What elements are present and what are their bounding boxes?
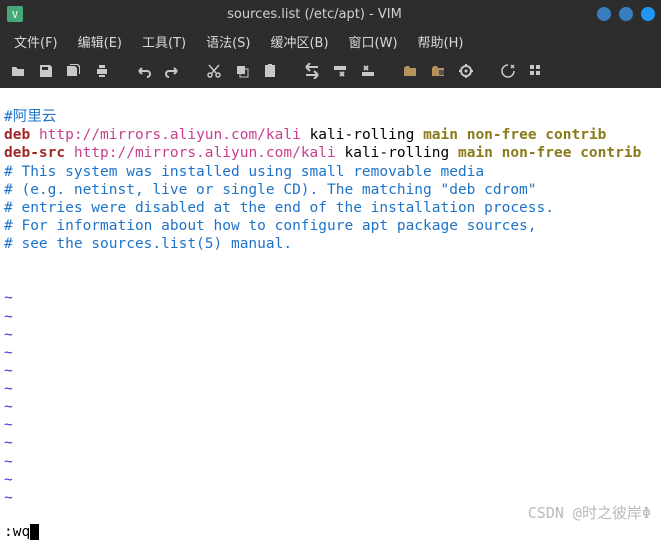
empty-tilde: ~: [4, 381, 13, 397]
minimize-icon[interactable]: [597, 7, 611, 21]
save-icon[interactable]: [34, 59, 58, 83]
editor-area[interactable]: #阿里云 deb http://mirrors.aliyun.com/kali …: [0, 88, 661, 543]
svg-text:V: V: [12, 10, 18, 21]
empty-tilde: ~: [4, 454, 13, 470]
empty-tilde: ~: [4, 472, 13, 488]
code-line: # (e.g. netinst, live or single CD). The…: [4, 182, 537, 198]
menu-edit[interactable]: 编辑(E): [68, 30, 132, 53]
code-url: http://mirrors.aliyun.com/kali: [39, 127, 301, 143]
open-icon[interactable]: [6, 59, 30, 83]
code-text: kali-rolling: [344, 145, 449, 161]
menu-window[interactable]: 窗口(W): [339, 30, 408, 53]
code-components: main non-free contrib: [458, 145, 641, 161]
code-line: #阿里云: [4, 109, 56, 125]
vim-icon: V: [6, 5, 24, 23]
code-text: kali-rolling: [310, 127, 415, 143]
cursor-icon: [30, 524, 39, 540]
session-save-icon[interactable]: [426, 59, 450, 83]
findprev-icon[interactable]: [356, 59, 380, 83]
code-url: http://mirrors.aliyun.com/kali: [74, 145, 336, 161]
empty-tilde: ~: [4, 327, 13, 343]
close-icon[interactable]: [641, 7, 655, 21]
code-line: # entries were disabled at the end of th…: [4, 200, 554, 216]
cut-icon[interactable]: [202, 59, 226, 83]
code-line: # This system was installed using small …: [4, 164, 484, 180]
menu-buffers[interactable]: 缓冲区(B): [260, 30, 338, 53]
undo-icon[interactable]: [132, 59, 156, 83]
menu-syntax[interactable]: 语法(S): [196, 30, 260, 53]
make-icon[interactable]: [496, 59, 520, 83]
script-icon[interactable]: [454, 59, 478, 83]
menu-tools[interactable]: 工具(T): [132, 30, 196, 53]
redo-icon[interactable]: [160, 59, 184, 83]
code-line: # see the sources.list(5) manual.: [4, 236, 292, 252]
menu-help[interactable]: 帮助(H): [408, 30, 474, 53]
paste-icon[interactable]: [258, 59, 282, 83]
titlebar: V sources.list (/etc/apt) - VIM: [0, 0, 661, 28]
code-line: # For information about how to configure…: [4, 218, 537, 234]
replace-icon[interactable]: [300, 59, 324, 83]
empty-tilde: ~: [4, 490, 13, 506]
findnext-icon[interactable]: [328, 59, 352, 83]
code-keyword: deb-src: [4, 145, 65, 161]
empty-tilde: ~: [4, 435, 13, 451]
window-title: sources.list (/etc/apt) - VIM: [32, 7, 597, 22]
empty-tilde: ~: [4, 290, 13, 306]
print-icon[interactable]: [90, 59, 114, 83]
empty-tilde: ~: [4, 363, 13, 379]
empty-tilde: ~: [4, 309, 13, 325]
toolbar: [0, 54, 661, 88]
taglist-icon[interactable]: [524, 59, 548, 83]
window-controls: [597, 7, 655, 21]
empty-tilde: ~: [4, 345, 13, 361]
empty-tilde: ~: [4, 399, 13, 415]
copy-icon[interactable]: [230, 59, 254, 83]
watermark: CSDN @时之彼岸Φ: [528, 504, 651, 523]
command-text: :wq: [4, 524, 30, 540]
saveall-icon[interactable]: [62, 59, 86, 83]
menu-file[interactable]: 文件(F): [4, 30, 68, 53]
menubar: 文件(F) 编辑(E) 工具(T) 语法(S) 缓冲区(B) 窗口(W) 帮助(…: [0, 28, 661, 54]
command-line[interactable]: :wq: [4, 523, 661, 541]
code-components: main non-free contrib: [423, 127, 606, 143]
maximize-icon[interactable]: [619, 7, 633, 21]
empty-tilde: ~: [4, 417, 13, 433]
code-keyword: deb: [4, 127, 30, 143]
session-load-icon[interactable]: [398, 59, 422, 83]
